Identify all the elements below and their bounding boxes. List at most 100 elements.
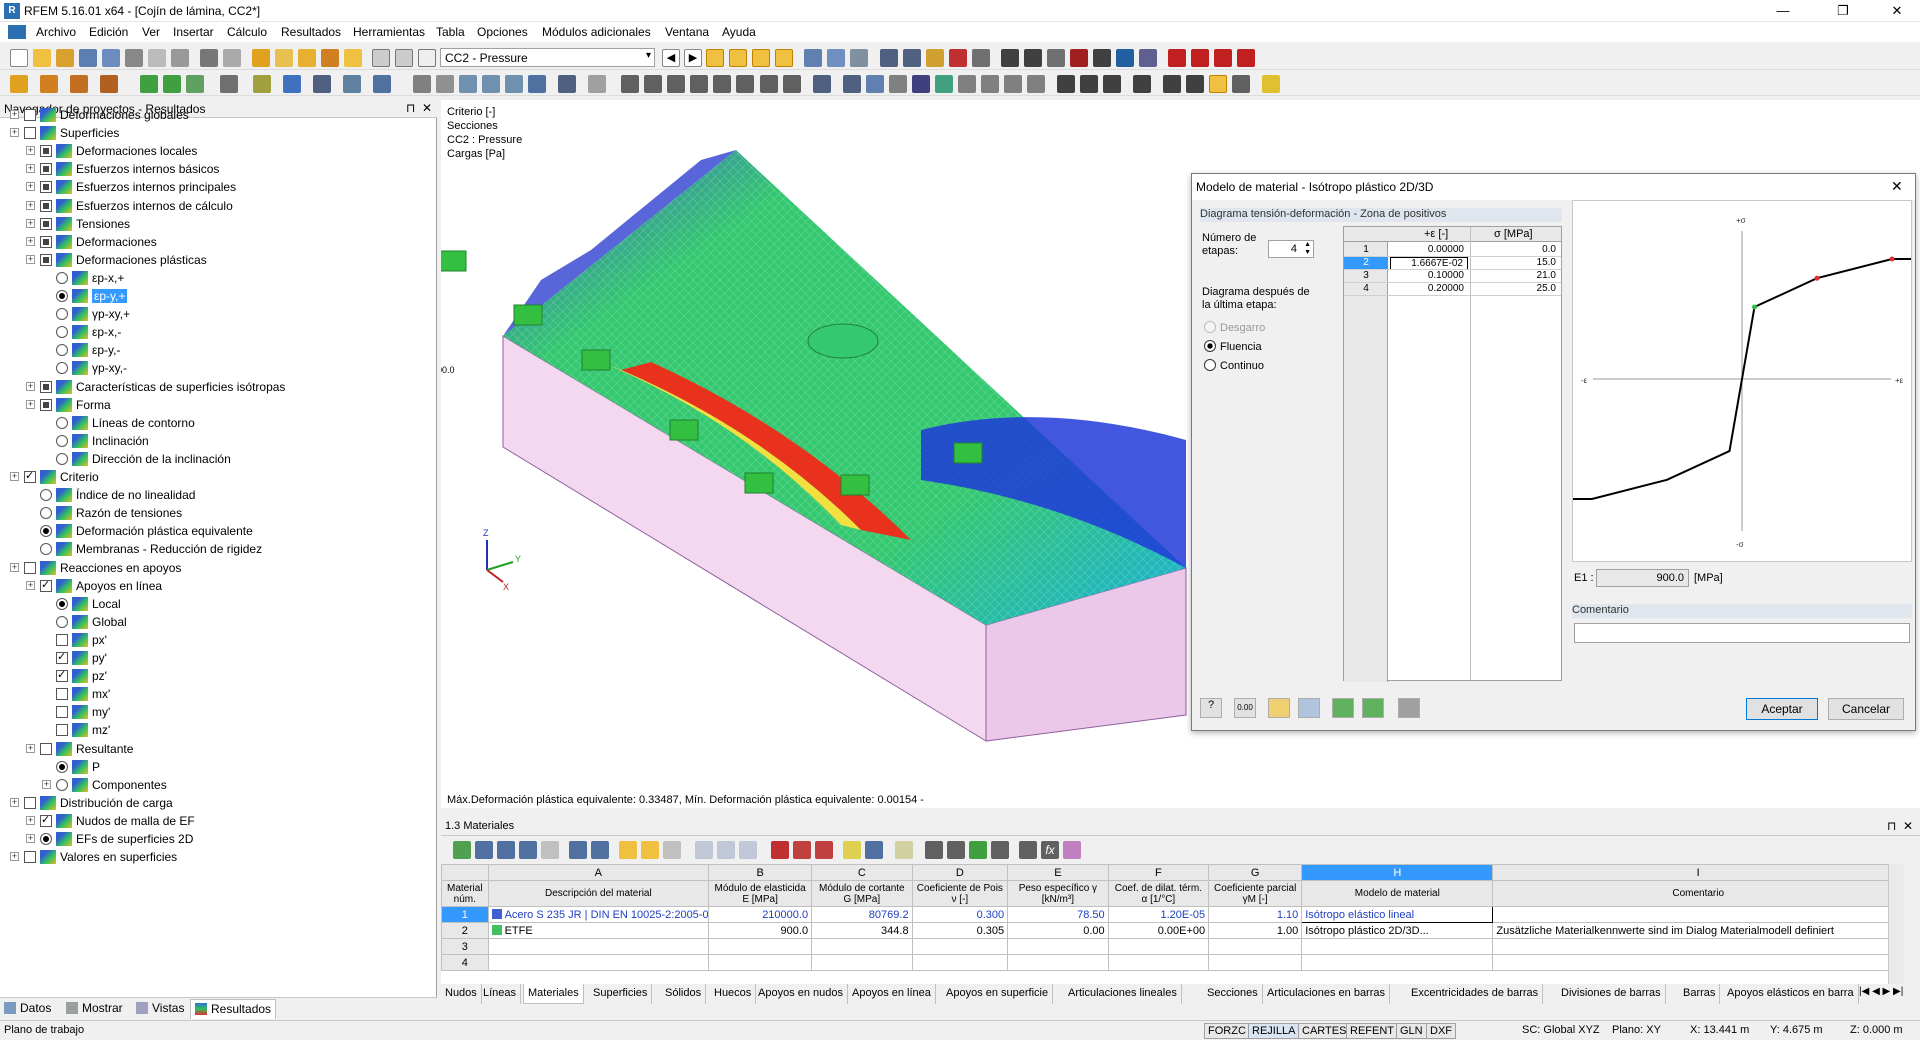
tree-item[interactable]: Dirección de la inclinación bbox=[0, 450, 437, 468]
checkbox[interactable] bbox=[40, 398, 52, 411]
menu-ayuda[interactable]: Ayuda bbox=[722, 25, 756, 39]
menu-calculo[interactable]: Cálculo bbox=[227, 25, 267, 39]
table-tab[interactable]: Materiales bbox=[523, 984, 584, 1004]
export-excel-icon[interactable] bbox=[1362, 698, 1384, 718]
expand-icon[interactable]: + bbox=[26, 743, 35, 753]
table-cell[interactable]: Isótropo elástico lineal bbox=[1301, 906, 1494, 923]
expand-icon[interactable]: + bbox=[26, 381, 35, 391]
checkbox[interactable] bbox=[40, 217, 52, 230]
tree-item[interactable]: mx' bbox=[0, 685, 437, 703]
checkbox[interactable] bbox=[56, 706, 68, 719]
results-icon[interactable] bbox=[321, 49, 339, 67]
checkbox[interactable] bbox=[56, 633, 68, 646]
table-tab[interactable]: Apoyos en nudos bbox=[754, 984, 849, 1004]
expand-icon[interactable]: + bbox=[26, 218, 35, 228]
table-tool-icon[interactable] bbox=[641, 841, 659, 859]
table-tool-icon[interactable] bbox=[925, 841, 943, 859]
table-cell[interactable]: 210000.0 bbox=[708, 906, 813, 923]
checkbox[interactable] bbox=[24, 469, 36, 483]
menu-archivo[interactable]: Archivo bbox=[36, 25, 76, 39]
display17-icon[interactable] bbox=[1209, 75, 1227, 93]
table-cell[interactable]: Isótropo plástico 2D/3D... bbox=[1301, 922, 1494, 939]
table-cell[interactable]: ETFE bbox=[487, 922, 710, 939]
display7-icon[interactable] bbox=[958, 75, 976, 93]
delete-icon[interactable] bbox=[1070, 49, 1088, 67]
column-letter[interactable]: H bbox=[1301, 864, 1494, 881]
accept-button[interactable]: Aceptar bbox=[1746, 698, 1818, 720]
table-cell[interactable] bbox=[487, 954, 710, 971]
support-node-icon[interactable] bbox=[140, 75, 158, 93]
results-on-icon[interactable] bbox=[706, 49, 724, 67]
table-tab[interactable]: Nudos bbox=[441, 984, 482, 1004]
table-tab[interactable]: Líneas bbox=[479, 984, 522, 1004]
cartes-button[interactable]: CARTES bbox=[1298, 1023, 1351, 1039]
results-deform-icon[interactable] bbox=[752, 49, 770, 67]
display18-icon[interactable] bbox=[1232, 75, 1250, 93]
table-tab[interactable]: Articulaciones en barras bbox=[1263, 984, 1391, 1004]
next-icon[interactable]: ▶ bbox=[684, 49, 702, 67]
option-fluencia[interactable]: Fluencia bbox=[1204, 340, 1262, 353]
gln-button[interactable]: GLN bbox=[1396, 1023, 1427, 1039]
table-cell[interactable] bbox=[708, 954, 813, 971]
export2-icon[interactable] bbox=[1191, 49, 1209, 67]
hinge-icon[interactable] bbox=[220, 75, 238, 93]
table-cell[interactable] bbox=[811, 938, 913, 955]
radio-button[interactable] bbox=[56, 326, 68, 339]
radio-button[interactable] bbox=[56, 778, 68, 791]
render2-icon[interactable] bbox=[644, 75, 662, 93]
redo-icon[interactable] bbox=[223, 49, 241, 67]
opening-icon[interactable] bbox=[253, 75, 271, 93]
maximize-button[interactable]: ❐ bbox=[1820, 0, 1866, 22]
print-preview-icon[interactable] bbox=[148, 49, 166, 67]
table-cell[interactable] bbox=[1492, 954, 1904, 971]
table-cell[interactable] bbox=[1301, 938, 1494, 955]
radio-button[interactable] bbox=[56, 290, 68, 302]
table-tool-icon[interactable] bbox=[843, 841, 861, 859]
column-header[interactable]: Modelo de material bbox=[1301, 880, 1494, 907]
table-cell[interactable] bbox=[1007, 938, 1109, 955]
display-icon[interactable] bbox=[813, 75, 831, 93]
menu-ventana[interactable]: Ventana bbox=[665, 25, 709, 39]
display13-icon[interactable] bbox=[1103, 75, 1121, 93]
expand-icon[interactable]: + bbox=[26, 182, 35, 192]
results-anim-icon[interactable] bbox=[775, 49, 793, 67]
view-icon[interactable] bbox=[804, 49, 822, 67]
copy-icon[interactable] bbox=[171, 49, 189, 67]
table-tool-icon[interactable] bbox=[991, 841, 1009, 859]
table-row[interactable]: 1 Acero S 235 JR | DIN EN 10025-2:2005-0 2… bbox=[441, 906, 1904, 923]
table-cell[interactable] bbox=[1107, 954, 1210, 971]
radio-button[interactable] bbox=[40, 489, 52, 502]
table-tool-icon[interactable] bbox=[947, 841, 965, 859]
tree-item[interactable]: + Deformaciones bbox=[0, 233, 437, 251]
option-continuo[interactable]: Continuo bbox=[1204, 359, 1264, 372]
mirror-icon[interactable] bbox=[436, 75, 454, 93]
column-header[interactable]: Módulo de cortante G [MPa] bbox=[811, 880, 913, 907]
solid-icon[interactable] bbox=[313, 75, 331, 93]
table-tool-icon[interactable] bbox=[717, 841, 735, 859]
document-icon[interactable] bbox=[8, 25, 26, 39]
expand-icon[interactable]: + bbox=[10, 110, 19, 119]
table-cell[interactable] bbox=[1492, 938, 1904, 955]
table-tool-icon[interactable] bbox=[1019, 841, 1037, 859]
info-icon[interactable] bbox=[1116, 49, 1134, 67]
checkbox[interactable] bbox=[24, 796, 36, 809]
tree-item[interactable]: pz' bbox=[0, 667, 437, 685]
expand-icon[interactable]: + bbox=[10, 562, 19, 572]
mesh-icon[interactable] bbox=[972, 49, 990, 67]
tree-item[interactable]: mz' bbox=[0, 721, 437, 739]
grid-button[interactable]: REJILLA bbox=[1248, 1023, 1300, 1039]
render5-icon[interactable] bbox=[713, 75, 731, 93]
render4-icon[interactable] bbox=[690, 75, 708, 93]
table-cell[interactable]: 1 bbox=[441, 906, 489, 923]
table-cell[interactable]: 0.00 bbox=[1007, 922, 1109, 939]
radio-button[interactable] bbox=[40, 525, 52, 538]
expand-icon[interactable]: + bbox=[10, 797, 19, 807]
checkbox[interactable] bbox=[56, 724, 68, 737]
column-letter[interactable]: A bbox=[487, 864, 710, 881]
panel-icon[interactable] bbox=[372, 49, 390, 67]
table-cell[interactable] bbox=[1492, 906, 1904, 923]
render-icon[interactable] bbox=[621, 75, 639, 93]
close-button[interactable]: ✕ bbox=[1874, 0, 1920, 22]
tree-item[interactable]: P bbox=[0, 758, 437, 776]
table-cell[interactable] bbox=[911, 938, 1009, 955]
